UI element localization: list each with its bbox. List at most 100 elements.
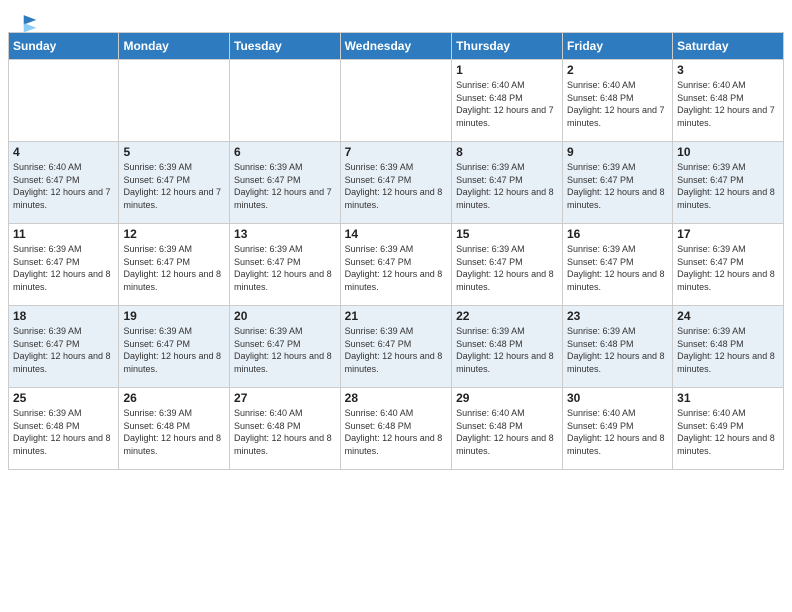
day-info: Sunrise: 6:39 AM Sunset: 6:48 PM Dayligh… <box>456 325 558 375</box>
day-number: 21 <box>345 309 447 323</box>
table-row: 23 Sunrise: 6:39 AM Sunset: 6:48 PM Dayli… <box>562 306 672 388</box>
table-row: 28Sunrise: 6:40 AM Sunset: 6:48 PM Dayli… <box>340 388 451 470</box>
day-number: 5 <box>123 145 225 159</box>
day-info: Sunrise: 6:39 AM Sunset: 6:47 PM Dayligh… <box>567 243 668 293</box>
table-row: 12Sunrise: 6:39 AM Sunset: 6:47 PM Dayli… <box>119 224 230 306</box>
weekday-wednesday: Wednesday <box>340 33 451 60</box>
table-row: 8Sunrise: 6:39 AM Sunset: 6:47 PM Daylig… <box>452 142 563 224</box>
day-number: 23 <box>567 309 668 323</box>
day-number: 1 <box>456 63 558 77</box>
day-info: Sunrise: 6:39 AM Sunset: 6:47 PM Dayligh… <box>345 243 447 293</box>
day-info: Sunrise: 6:40 AM Sunset: 6:48 PM Dayligh… <box>567 79 668 129</box>
table-row: 9 Sunrise: 6:39 AM Sunset: 6:47 PM Daylig… <box>562 142 672 224</box>
day-number: 30 <box>567 391 668 405</box>
day-number: 26 <box>123 391 225 405</box>
weekday-header-row: SundayMondayTuesdayWednesdayThursdayFrid… <box>9 33 784 60</box>
day-number: 4 <box>13 145 114 159</box>
table-row: 18 Sunrise: 6:39 AM Sunset: 6:47 PM Dayli… <box>9 306 119 388</box>
day-number: 2 <box>567 63 668 77</box>
day-number: 12 <box>123 227 225 241</box>
day-info: Sunrise: 6:39 AM Sunset: 6:47 PM Dayligh… <box>234 161 336 211</box>
day-number: 7 <box>345 145 447 159</box>
table-row <box>9 60 119 142</box>
day-number: 29 <box>456 391 558 405</box>
day-number: 17 <box>677 227 779 241</box>
page-header <box>0 0 792 32</box>
day-info: Sunrise: 6:40 AM Sunset: 6:49 PM Dayligh… <box>567 407 668 457</box>
weekday-sunday: Sunday <box>9 33 119 60</box>
table-row: 17 Sunrise: 6:39 AM Sunset: 6:47 PM Dayli… <box>673 224 784 306</box>
day-number: 6 <box>234 145 336 159</box>
week-row-2: 4 Sunrise: 6:40 AM Sunset: 6:47 PM Daylig… <box>9 142 784 224</box>
table-row: 2 Sunrise: 6:40 AM Sunset: 6:48 PM Daylig… <box>562 60 672 142</box>
day-number: 31 <box>677 391 779 405</box>
table-row: 24 Sunrise: 6:39 AM Sunset: 6:48 PM Dayli… <box>673 306 784 388</box>
table-row: 10 Sunrise: 6:39 AM Sunset: 6:47 PM Dayli… <box>673 142 784 224</box>
day-info: Sunrise: 6:39 AM Sunset: 6:47 PM Dayligh… <box>234 243 336 293</box>
weekday-tuesday: Tuesday <box>230 33 341 60</box>
calendar-wrapper: SundayMondayTuesdayWednesdayThursdayFrid… <box>0 32 792 470</box>
table-row: 14Sunrise: 6:39 AM Sunset: 6:47 PM Dayli… <box>340 224 451 306</box>
day-number: 16 <box>567 227 668 241</box>
day-info: Sunrise: 6:39 AM Sunset: 6:47 PM Dayligh… <box>13 243 114 293</box>
day-info: Sunrise: 6:39 AM Sunset: 6:47 PM Dayligh… <box>345 161 447 211</box>
weekday-saturday: Saturday <box>673 33 784 60</box>
calendar-table: SundayMondayTuesdayWednesdayThursdayFrid… <box>8 32 784 470</box>
day-number: 28 <box>345 391 447 405</box>
table-row: 31 Sunrise: 6:40 AM Sunset: 6:49 PM Dayli… <box>673 388 784 470</box>
day-info: Sunrise: 6:39 AM Sunset: 6:48 PM Dayligh… <box>13 407 114 457</box>
day-info: Sunrise: 6:40 AM Sunset: 6:48 PM Dayligh… <box>456 407 558 457</box>
day-number: 18 <box>13 309 114 323</box>
day-info: Sunrise: 6:39 AM Sunset: 6:47 PM Dayligh… <box>234 325 336 375</box>
table-row: 1Sunrise: 6:40 AM Sunset: 6:48 PM Daylig… <box>452 60 563 142</box>
day-number: 9 <box>567 145 668 159</box>
weekday-friday: Friday <box>562 33 672 60</box>
day-info: Sunrise: 6:39 AM Sunset: 6:47 PM Dayligh… <box>567 161 668 211</box>
table-row: 20 Sunrise: 6:39 AM Sunset: 6:47 PM Dayli… <box>230 306 341 388</box>
day-number: 20 <box>234 309 336 323</box>
day-info: Sunrise: 6:39 AM Sunset: 6:47 PM Dayligh… <box>123 161 225 211</box>
logo <box>18 12 41 26</box>
day-info: Sunrise: 6:39 AM Sunset: 6:47 PM Dayligh… <box>13 325 114 375</box>
day-number: 25 <box>13 391 114 405</box>
day-info: Sunrise: 6:39 AM Sunset: 6:47 PM Dayligh… <box>677 243 779 293</box>
week-row-5: 25 Sunrise: 6:39 AM Sunset: 6:48 PM Dayli… <box>9 388 784 470</box>
table-row: 4 Sunrise: 6:40 AM Sunset: 6:47 PM Daylig… <box>9 142 119 224</box>
day-number: 19 <box>123 309 225 323</box>
table-row: 26 Sunrise: 6:39 AM Sunset: 6:48 PM Dayli… <box>119 388 230 470</box>
weekday-thursday: Thursday <box>452 33 563 60</box>
day-number: 22 <box>456 309 558 323</box>
table-row <box>230 60 341 142</box>
day-info: Sunrise: 6:39 AM Sunset: 6:48 PM Dayligh… <box>677 325 779 375</box>
table-row: 3 Sunrise: 6:40 AM Sunset: 6:48 PM Daylig… <box>673 60 784 142</box>
table-row: 7 Sunrise: 6:39 AM Sunset: 6:47 PM Daylig… <box>340 142 451 224</box>
table-row: 21 Sunrise: 6:39 AM Sunset: 6:47 PM Dayli… <box>340 306 451 388</box>
day-number: 10 <box>677 145 779 159</box>
day-info: Sunrise: 6:39 AM Sunset: 6:48 PM Dayligh… <box>123 407 225 457</box>
day-info: Sunrise: 6:40 AM Sunset: 6:49 PM Dayligh… <box>677 407 779 457</box>
day-number: 3 <box>677 63 779 77</box>
day-info: Sunrise: 6:39 AM Sunset: 6:47 PM Dayligh… <box>345 325 447 375</box>
table-row: 11 Sunrise: 6:39 AM Sunset: 6:47 PM Dayli… <box>9 224 119 306</box>
day-info: Sunrise: 6:40 AM Sunset: 6:48 PM Dayligh… <box>677 79 779 129</box>
table-row <box>340 60 451 142</box>
day-number: 24 <box>677 309 779 323</box>
table-row: 29 Sunrise: 6:40 AM Sunset: 6:48 PM Dayli… <box>452 388 563 470</box>
day-info: Sunrise: 6:40 AM Sunset: 6:48 PM Dayligh… <box>234 407 336 457</box>
week-row-4: 18 Sunrise: 6:39 AM Sunset: 6:47 PM Dayli… <box>9 306 784 388</box>
day-info: Sunrise: 6:40 AM Sunset: 6:47 PM Dayligh… <box>13 161 114 211</box>
day-number: 27 <box>234 391 336 405</box>
week-row-3: 11 Sunrise: 6:39 AM Sunset: 6:47 PM Dayli… <box>9 224 784 306</box>
table-row <box>119 60 230 142</box>
day-number: 11 <box>13 227 114 241</box>
table-row: 16 Sunrise: 6:39 AM Sunset: 6:47 PM Dayli… <box>562 224 672 306</box>
week-row-1: 1 Sunrise: 6:40 AM Sunset: 6:48 PM Daylig… <box>9 60 784 142</box>
day-number: 15 <box>456 227 558 241</box>
day-number: 8 <box>456 145 558 159</box>
table-row: 15Sunrise: 6:39 AM Sunset: 6:47 PM Dayli… <box>452 224 563 306</box>
weekday-monday: Monday <box>119 33 230 60</box>
table-row: 25 Sunrise: 6:39 AM Sunset: 6:48 PM Dayli… <box>9 388 119 470</box>
day-info: Sunrise: 6:39 AM Sunset: 6:48 PM Dayligh… <box>567 325 668 375</box>
day-info: Sunrise: 6:39 AM Sunset: 6:47 PM Dayligh… <box>677 161 779 211</box>
table-row: 22 Sunrise: 6:39 AM Sunset: 6:48 PM Dayli… <box>452 306 563 388</box>
